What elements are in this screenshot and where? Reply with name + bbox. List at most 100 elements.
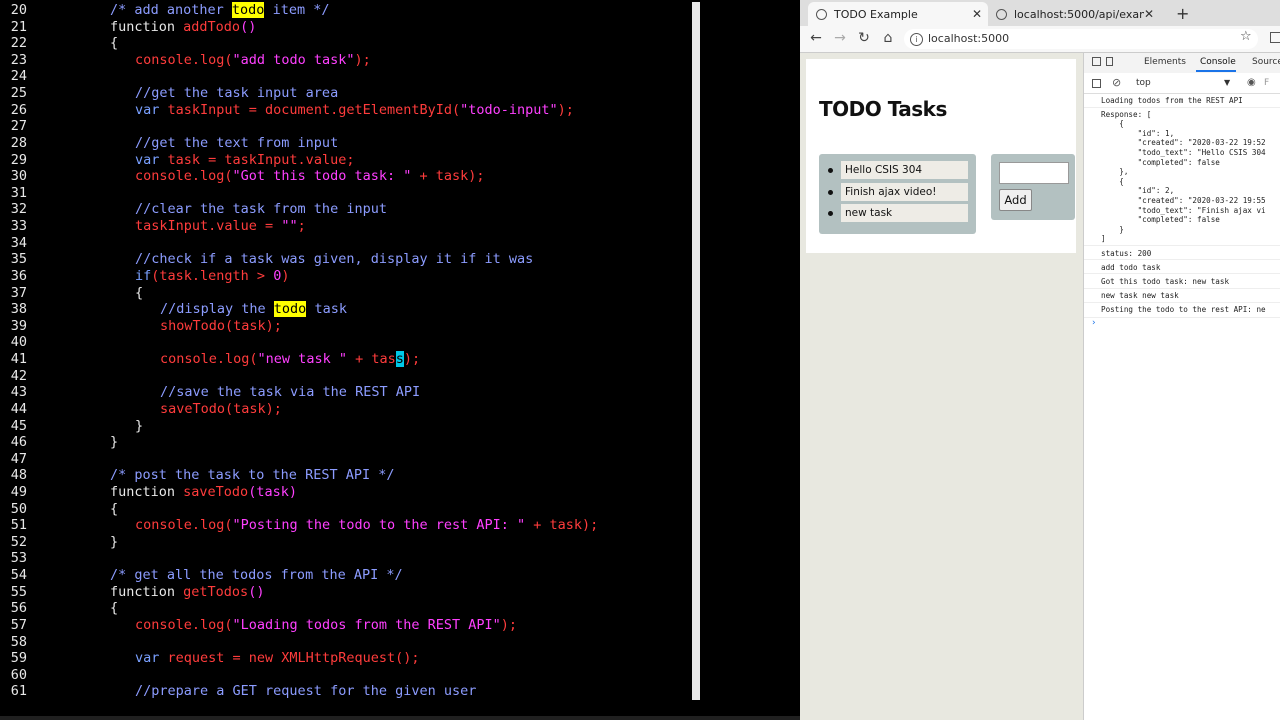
code-line[interactable]: 33 taskInput.value = ""; <box>0 218 690 235</box>
console-message: Posting the todo to the rest API: ne <box>1101 305 1266 315</box>
close-icon[interactable]: ✕ <box>1144 7 1154 21</box>
todo-input[interactable] <box>999 162 1069 184</box>
code-text: /* add another todo item */ <box>110 2 329 19</box>
tab-elements[interactable]: Elements <box>1144 57 1186 67</box>
code-line[interactable]: 31 <box>0 185 690 202</box>
code-line[interactable]: 55 function getTodos() <box>0 584 690 601</box>
code-token: } <box>110 533 119 550</box>
code-line[interactable]: 43 //save the task via the REST API <box>0 384 690 401</box>
code-line[interactable]: 29 var task = taskInput.value; <box>0 152 690 169</box>
code-line[interactable]: 59 var request = new XMLHttpRequest(); <box>0 650 690 667</box>
code-token: ); <box>500 616 518 633</box>
code-text: { <box>110 600 118 617</box>
code-line[interactable]: 20 /* add another todo item */ <box>0 2 690 19</box>
line-number: 40 <box>10 334 27 351</box>
tab-todo-example[interactable]: TODO Example ✕ <box>808 2 988 26</box>
info-icon[interactable]: i <box>910 33 923 46</box>
code-line[interactable]: 34 <box>0 235 690 252</box>
code-line[interactable]: 57 console.log("Loading todos from the RE… <box>0 617 690 634</box>
console-message: add todo task <box>1101 262 1161 272</box>
tab-sources[interactable]: Sources <box>1252 57 1280 67</box>
new-tab-button[interactable]: + <box>1176 4 1189 23</box>
code-line[interactable]: 56 { <box>0 600 690 617</box>
filter-input[interactable]: F <box>1264 78 1269 88</box>
code-line[interactable]: 36 if(task.length > 0) <box>0 268 690 285</box>
code-line[interactable]: 40 <box>0 334 690 351</box>
code-token: "Loading todos from the REST API" <box>232 616 501 633</box>
code-text: function saveTodo(task) <box>110 484 297 501</box>
list-item: Finish ajax video! <box>841 183 968 201</box>
code-line[interactable]: 60 <box>0 667 690 684</box>
home-icon[interactable]: ⌂ <box>880 30 896 46</box>
editor-scrollbar[interactable] <box>692 2 700 700</box>
line-number: 36 <box>10 267 27 284</box>
code-token: showTodo(task); <box>160 317 282 334</box>
line-number: 43 <box>10 384 27 401</box>
code-line[interactable]: 27 <box>0 118 690 135</box>
code-line[interactable]: 54 /* get all the todos from the API */ <box>0 567 690 584</box>
code-text: { <box>110 501 118 518</box>
code-line[interactable]: 42 <box>0 368 690 385</box>
reload-icon[interactable]: ↻ <box>856 30 872 46</box>
code-line[interactable]: 45} <box>0 418 690 435</box>
line-number: 31 <box>10 184 27 201</box>
code-line[interactable]: 37 { <box>0 285 690 302</box>
line-number: 28 <box>10 134 27 151</box>
code-line[interactable]: 48 /* post the task to the REST API */ <box>0 467 690 484</box>
code-line[interactable]: 49 function saveTodo(task) <box>0 484 690 501</box>
code-line[interactable]: 58 <box>0 634 690 651</box>
extension-icon[interactable] <box>1270 32 1280 43</box>
active-tab-indicator <box>1196 70 1236 72</box>
tab-console[interactable]: Console <box>1200 57 1236 67</box>
console-message: Response: [ <box>1101 109 1152 119</box>
code-line[interactable]: 24 <box>0 68 690 85</box>
page-title: TODO Tasks <box>819 97 947 121</box>
line-number: 42 <box>10 367 27 384</box>
line-number: 49 <box>10 483 27 500</box>
code-line[interactable]: 32 //clear the task from the input <box>0 201 690 218</box>
code-line[interactable]: 35 //check if a task was given, display i… <box>0 251 690 268</box>
code-line[interactable]: 52} <box>0 534 690 551</box>
code-token: task = taskInput.value; <box>167 151 355 168</box>
code-line[interactable]: 39 showTodo(task); <box>0 318 690 335</box>
back-icon[interactable]: ← <box>808 30 824 46</box>
code-line[interactable]: 53 <box>0 550 690 567</box>
sidebar-toggle-icon[interactable] <box>1092 79 1101 88</box>
code-line[interactable]: 46} <box>0 434 690 451</box>
code-line[interactable]: 47 <box>0 451 690 468</box>
code-line[interactable]: 51 console.log("Posting the todo to the r… <box>0 517 690 534</box>
console-message: { <box>1101 176 1124 186</box>
code-line[interactable]: 41 console.log("new task " + tass); <box>0 351 690 368</box>
tab-title: TODO Example <box>834 7 918 21</box>
inspect-icon[interactable] <box>1092 57 1101 66</box>
console-message: "id": 1, <box>1101 128 1175 138</box>
console-separator <box>1084 273 1280 275</box>
code-text: taskInput.value = ""; <box>135 218 306 235</box>
address-bar[interactable]: i localhost:5000 <box>904 29 1258 49</box>
close-icon[interactable]: ✕ <box>972 7 982 21</box>
code-line[interactable]: 50 { <box>0 501 690 518</box>
tab-api-example[interactable]: localhost:5000/api/example ✕ <box>988 2 1160 26</box>
forward-icon[interactable]: → <box>832 30 848 46</box>
code-line[interactable]: 21 function addTodo() <box>0 19 690 36</box>
context-selector[interactable]: top <box>1136 78 1151 88</box>
console-prompt[interactable]: › <box>1091 318 1096 328</box>
code-editor[interactable]: 20 /* add another todo item */ 21 function … <box>0 0 800 720</box>
code-token: //get the task input area <box>135 85 339 102</box>
code-token: addTodo <box>183 18 241 35</box>
code-line[interactable]: 26 var taskInput = document.getElementByI… <box>0 102 690 119</box>
code-line[interactable]: 22 { <box>0 35 690 52</box>
code-line[interactable]: 61 //prepare a GET request for the given … <box>0 683 690 700</box>
bookmark-star-icon[interactable]: ☆ <box>1240 29 1252 44</box>
code-line[interactable]: 23 console.log("add todo task"); <box>0 52 690 69</box>
code-line[interactable]: 38 //display the todo task <box>0 301 690 318</box>
eye-icon[interactable]: ◉ <box>1247 77 1256 88</box>
device-toolbar-icon[interactable] <box>1106 57 1113 66</box>
code-line[interactable]: 25 //get the task input area <box>0 85 690 102</box>
code-line[interactable]: 30 console.log("Got this todo task: " + t… <box>0 168 690 185</box>
list-item: new task <box>841 204 968 222</box>
clear-console-icon[interactable]: ⊘ <box>1112 76 1121 89</box>
code-line[interactable]: 44 saveTodo(task); <box>0 401 690 418</box>
code-line[interactable]: 28 //get the text from input <box>0 135 690 152</box>
add-button[interactable]: Add <box>999 189 1032 211</box>
